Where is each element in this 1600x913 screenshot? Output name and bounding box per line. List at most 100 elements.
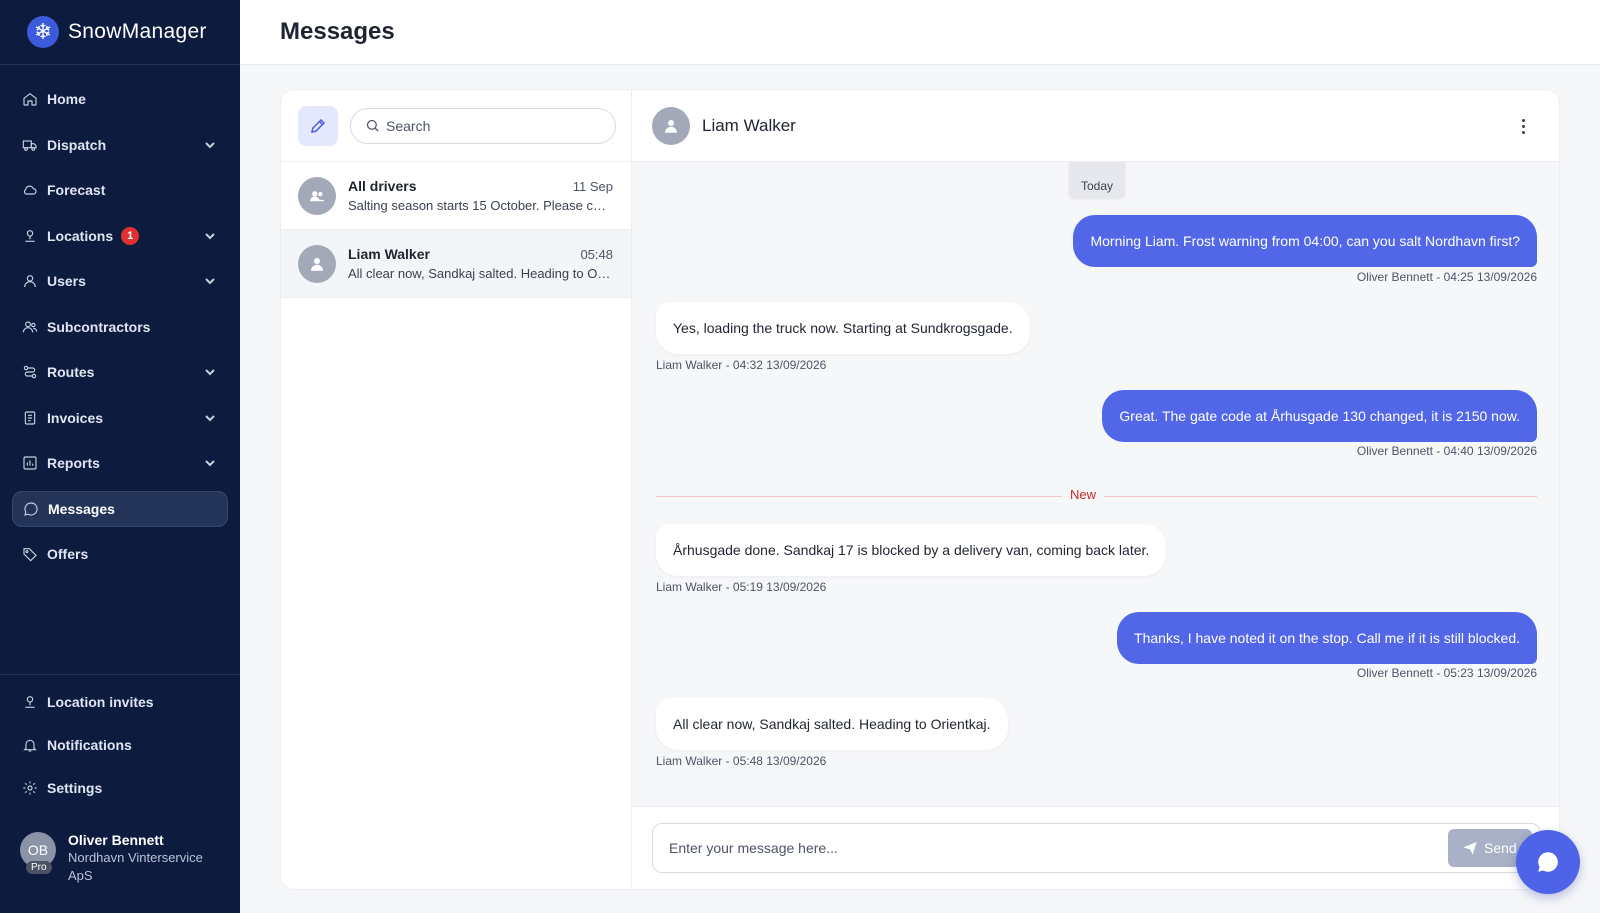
snowflake-logo-icon: ❄ — [27, 16, 59, 48]
message-meta: Oliver Bennett - 04:40 13/09/2026 — [1356, 444, 1537, 458]
sidebar-item-forecast[interactable]: Forecast — [12, 172, 228, 208]
conversation-list-panel: All drivers 11 Sep Salting season starts… — [281, 90, 632, 889]
sidebar: ❄ SnowManager Home Dispatch Forecast Loc… — [0, 0, 240, 913]
sidebar-item-subcontractors[interactable]: Subcontractors — [12, 309, 228, 345]
sidebar-item-locations[interactable]: Locations 1 — [12, 218, 228, 254]
bar-chart-icon — [22, 455, 38, 471]
date-separator: Today — [1069, 162, 1125, 198]
plan-badge: Pro — [26, 861, 52, 874]
support-chat-icon — [1538, 852, 1558, 872]
tag-icon — [22, 546, 38, 562]
conversation-name: All drivers — [348, 178, 417, 194]
location-invite-icon — [22, 694, 38, 710]
conversation-preview: Salting season starts 15 October. Please… — [348, 198, 613, 213]
sidebar-item-label: Dispatch — [47, 136, 107, 153]
chat-bubble-icon — [23, 501, 39, 517]
page-title: Messages — [280, 18, 395, 45]
search-input[interactable] — [386, 117, 596, 134]
sidebar-item-dispatch[interactable]: Dispatch — [12, 127, 228, 163]
location-pin-icon — [22, 228, 38, 244]
message-bubble-outgoing: Thanks, I have noted it on the stop. Cal… — [1117, 612, 1537, 664]
chevron-down-icon[interactable] — [204, 274, 216, 286]
message-bubble-outgoing: Morning Liam. Frost warning from 04:00, … — [1073, 215, 1537, 267]
chevron-down-icon[interactable] — [204, 229, 216, 241]
support-chat-button[interactable] — [1516, 830, 1580, 894]
top-bar: Messages — [240, 0, 1600, 65]
sidebar-item-label: Location invites — [47, 694, 154, 710]
conversation-item-liam-walker[interactable]: Liam Walker 05:48 All clear now, Sandkaj… — [281, 230, 631, 298]
brand-name: SnowManager — [68, 20, 207, 43]
users-icon — [22, 319, 38, 335]
chat-header: Liam Walker — [632, 90, 1559, 162]
message-meta: Oliver Bennett - 05:23 13/09/2026 — [1356, 666, 1537, 680]
sidebar-item-notifications[interactable]: Notifications — [12, 727, 228, 763]
message-input-box[interactable]: Send — [652, 823, 1541, 873]
sidebar-item-label: Settings — [47, 780, 103, 796]
sidebar-item-offers[interactable]: Offers — [12, 536, 228, 572]
avatar-initials: OB — [27, 842, 49, 858]
sidebar-item-label: Offers — [47, 546, 89, 562]
person-icon — [311, 257, 323, 271]
sidebar-item-label: Forecast — [47, 182, 106, 198]
truck-icon — [22, 137, 38, 153]
message-meta: Oliver Bennett - 04:25 13/09/2026 — [1356, 270, 1537, 284]
conversation-time: 05:48 — [580, 247, 613, 262]
sidebar-item-invoices[interactable]: Invoices — [12, 400, 228, 436]
message-input[interactable] — [669, 840, 1409, 856]
message-bubble-incoming: Århusgade done. Sandkaj 17 is blocked by… — [656, 524, 1167, 576]
conversation-name: Liam Walker — [348, 246, 430, 262]
conversation-text: All drivers 11 Sep Salting season starts… — [348, 178, 613, 213]
new-message-button[interactable] — [298, 105, 338, 146]
document-icon — [22, 410, 38, 426]
route-icon — [22, 364, 38, 380]
user-company: Nordhavn Vinterservice ApS — [68, 850, 203, 883]
message-bubble-incoming: All clear now, Sandkaj salted. Heading t… — [656, 698, 1008, 750]
avatar[interactable]: OB Pro — [20, 832, 56, 874]
more-options-icon[interactable] — [1513, 116, 1533, 136]
message-meta: Liam Walker - 05:48 13/09/2026 — [656, 754, 827, 768]
pencil-icon — [311, 118, 326, 133]
messages-card: All drivers 11 Sep Salting season starts… — [280, 89, 1560, 890]
sidebar-item-routes[interactable]: Routes — [12, 354, 228, 390]
new-messages-label: New — [1062, 487, 1105, 502]
send-icon — [1463, 842, 1477, 855]
conversation-item-all-drivers[interactable]: All drivers 11 Sep Salting season starts… — [281, 162, 631, 230]
sidebar-item-label: Home — [47, 91, 86, 107]
contact-avatar — [652, 106, 690, 145]
message-thread[interactable]: Today Morning Liam. Frost warning from 0… — [632, 162, 1559, 806]
sidebar-item-messages[interactable]: Messages — [12, 490, 228, 527]
person-icon — [665, 119, 677, 133]
bell-icon — [22, 737, 38, 753]
chevron-down-icon[interactable] — [204, 456, 216, 468]
sidebar-item-label: Messages — [48, 500, 115, 517]
sidebar-bottom-nav: Location invites Notifications Settings — [0, 674, 240, 813]
group-icon — [309, 190, 325, 201]
conversation-time: 11 Sep — [572, 179, 613, 194]
message-bubble-incoming: Yes, loading the truck now. Starting at … — [656, 302, 1030, 354]
main-nav: Home Dispatch Forecast Locations 1 Users… — [0, 65, 240, 572]
chat-contact-name: Liam Walker — [702, 115, 796, 135]
user-icon — [22, 273, 38, 289]
sidebar-item-reports[interactable]: Reports — [12, 445, 228, 481]
group-avatar — [298, 176, 336, 215]
user-meta: Oliver Bennett Nordhavn Vinterservice Ap… — [68, 832, 218, 885]
search-icon — [366, 119, 379, 132]
chevron-down-icon[interactable] — [204, 365, 216, 377]
user-profile[interactable]: OB Pro Oliver Bennett Nordhavn Vinterser… — [20, 832, 218, 885]
chevron-down-icon[interactable] — [204, 411, 216, 423]
search-box[interactable] — [350, 107, 616, 144]
chevron-down-icon[interactable] — [204, 138, 216, 150]
brand[interactable]: ❄ SnowManager — [0, 0, 240, 65]
gear-icon — [22, 780, 38, 796]
message-composer: Send — [632, 806, 1559, 889]
sidebar-item-settings[interactable]: Settings — [12, 770, 228, 806]
home-icon — [22, 91, 38, 107]
cloud-icon — [22, 182, 38, 198]
user-name: Oliver Bennett — [68, 832, 164, 848]
sidebar-item-home[interactable]: Home — [12, 81, 228, 117]
sidebar-item-users[interactable]: Users — [12, 263, 228, 299]
message-meta: Liam Walker - 05:19 13/09/2026 — [656, 580, 827, 594]
sidebar-item-label: Subcontractors — [47, 318, 151, 335]
sidebar-item-location-invites[interactable]: Location invites — [12, 684, 228, 720]
sidebar-item-label: Users — [47, 273, 86, 289]
